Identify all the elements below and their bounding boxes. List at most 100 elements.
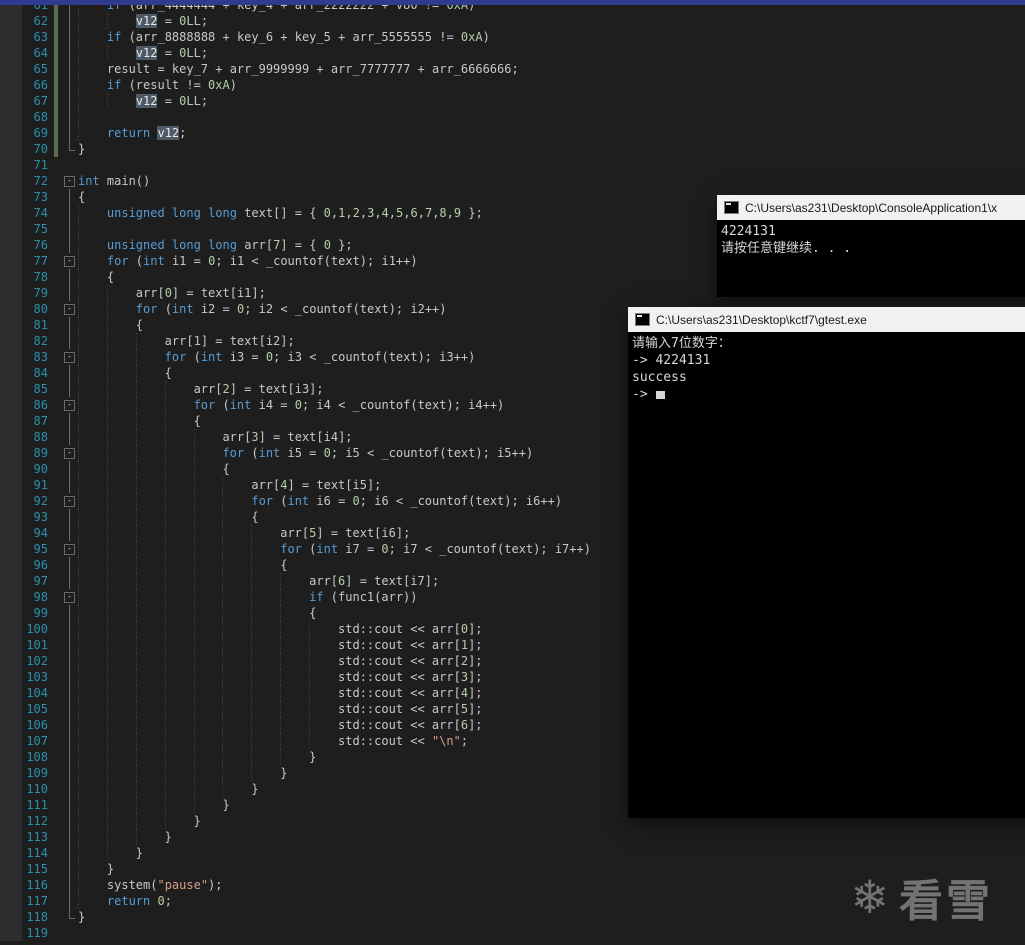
line-number[interactable]: 76 (22, 237, 52, 253)
line-number[interactable]: 108 (22, 749, 52, 765)
breakpoint-margin[interactable] (0, 13, 22, 29)
line-number[interactable]: 73 (22, 189, 52, 205)
code-line[interactable]: 62 v12 = 0LL; (0, 13, 1025, 29)
line-number[interactable]: 107 (22, 733, 52, 749)
line-number[interactable]: 71 (22, 157, 52, 173)
line-number[interactable]: 64 (22, 45, 52, 61)
breakpoint-margin[interactable] (0, 845, 22, 861)
breakpoint-margin[interactable] (0, 733, 22, 749)
line-number[interactable]: 96 (22, 557, 52, 573)
breakpoint-margin[interactable] (0, 29, 22, 45)
line-number[interactable]: 109 (22, 765, 52, 781)
breakpoint-margin[interactable] (0, 45, 22, 61)
breakpoint-margin[interactable] (0, 701, 22, 717)
fold-margin[interactable]: - (62, 349, 78, 365)
breakpoint-margin[interactable] (0, 877, 22, 893)
collapse-box-icon[interactable]: - (64, 448, 75, 459)
breakpoint-margin[interactable] (0, 157, 22, 173)
collapse-box-icon[interactable]: - (64, 176, 75, 187)
line-number[interactable]: 74 (22, 205, 52, 221)
fold-margin[interactable]: - (62, 253, 78, 269)
code-line[interactable]: 66 if (result != 0xA) (0, 77, 1025, 93)
code-line[interactable]: 65 result = key_7 + arr_9999999 + arr_777… (0, 61, 1025, 77)
console-body[interactable]: 4224131 请按任意键继续. . . (717, 220, 1025, 297)
line-number[interactable]: 75 (22, 221, 52, 237)
breakpoint-margin[interactable] (0, 717, 22, 733)
line-number[interactable]: 80 (22, 301, 52, 317)
line-number[interactable]: 99 (22, 605, 52, 621)
fold-margin[interactable]: - (62, 541, 78, 557)
collapse-box-icon[interactable]: - (64, 544, 75, 555)
breakpoint-margin[interactable] (0, 589, 22, 605)
line-number[interactable]: 95 (22, 541, 52, 557)
breakpoint-margin[interactable] (0, 125, 22, 141)
line-number[interactable]: 116 (22, 877, 52, 893)
line-number[interactable]: 110 (22, 781, 52, 797)
breakpoint-margin[interactable] (0, 397, 22, 413)
collapse-box-icon[interactable]: - (64, 592, 75, 603)
console-window[interactable]: C:\Users\as231\Desktop\kctf7\gtest.exe 请… (628, 307, 1025, 818)
breakpoint-margin[interactable] (0, 605, 22, 621)
line-number[interactable]: 86 (22, 397, 52, 413)
line-number[interactable]: 111 (22, 797, 52, 813)
breakpoint-margin[interactable] (0, 685, 22, 701)
line-number[interactable]: 115 (22, 861, 52, 877)
breakpoint-margin[interactable] (0, 509, 22, 525)
breakpoint-margin[interactable] (0, 429, 22, 445)
line-number[interactable]: 101 (22, 637, 52, 653)
breakpoint-margin[interactable] (0, 797, 22, 813)
collapse-box-icon[interactable]: - (64, 400, 75, 411)
breakpoint-margin[interactable] (0, 781, 22, 797)
breakpoint-margin[interactable] (0, 141, 22, 157)
line-number[interactable]: 87 (22, 413, 52, 429)
breakpoint-margin[interactable] (0, 861, 22, 877)
line-number[interactable]: 100 (22, 621, 52, 637)
breakpoint-margin[interactable] (0, 573, 22, 589)
breakpoint-margin[interactable] (0, 109, 22, 125)
breakpoint-margin[interactable] (0, 333, 22, 349)
line-number[interactable]: 113 (22, 829, 52, 845)
line-number[interactable]: 88 (22, 429, 52, 445)
console-body[interactable]: 请输入7位数字： -> 4224131 success -> (628, 332, 1025, 818)
line-number[interactable]: 90 (22, 461, 52, 477)
breakpoint-margin[interactable] (0, 253, 22, 269)
breakpoint-margin[interactable] (0, 317, 22, 333)
line-number[interactable]: 93 (22, 509, 52, 525)
breakpoint-margin[interactable] (0, 525, 22, 541)
breakpoint-margin[interactable] (0, 93, 22, 109)
breakpoint-margin[interactable] (0, 461, 22, 477)
breakpoint-margin[interactable] (0, 445, 22, 461)
line-number[interactable]: 66 (22, 77, 52, 93)
line-number[interactable]: 97 (22, 573, 52, 589)
breakpoint-margin[interactable] (0, 541, 22, 557)
line-number[interactable]: 83 (22, 349, 52, 365)
fold-margin[interactable]: - (62, 397, 78, 413)
line-number[interactable]: 85 (22, 381, 52, 397)
breakpoint-margin[interactable] (0, 205, 22, 221)
line-number[interactable]: 78 (22, 269, 52, 285)
breakpoint-margin[interactable] (0, 829, 22, 845)
line-number[interactable]: 63 (22, 29, 52, 45)
breakpoint-margin[interactable] (0, 557, 22, 573)
line-number[interactable]: 79 (22, 285, 52, 301)
console-title-bar[interactable]: C:\Users\as231\Desktop\ConsoleApplicatio… (717, 195, 1025, 220)
line-number[interactable]: 118 (22, 909, 52, 925)
breakpoint-margin[interactable] (0, 189, 22, 205)
breakpoint-margin[interactable] (0, 301, 22, 317)
breakpoint-margin[interactable] (0, 381, 22, 397)
breakpoint-margin[interactable] (0, 493, 22, 509)
breakpoint-margin[interactable] (0, 285, 22, 301)
line-number[interactable]: 84 (22, 365, 52, 381)
breakpoint-margin[interactable] (0, 269, 22, 285)
breakpoint-margin[interactable] (0, 237, 22, 253)
collapse-box-icon[interactable]: - (64, 352, 75, 363)
line-number[interactable]: 67 (22, 93, 52, 109)
breakpoint-margin[interactable] (0, 349, 22, 365)
fold-margin[interactable]: - (62, 445, 78, 461)
code-line[interactable]: 69 return v12; (0, 125, 1025, 141)
line-number[interactable]: 94 (22, 525, 52, 541)
breakpoint-margin[interactable] (0, 173, 22, 189)
line-number[interactable]: 114 (22, 845, 52, 861)
collapse-box-icon[interactable]: - (64, 304, 75, 315)
line-number[interactable]: 68 (22, 109, 52, 125)
